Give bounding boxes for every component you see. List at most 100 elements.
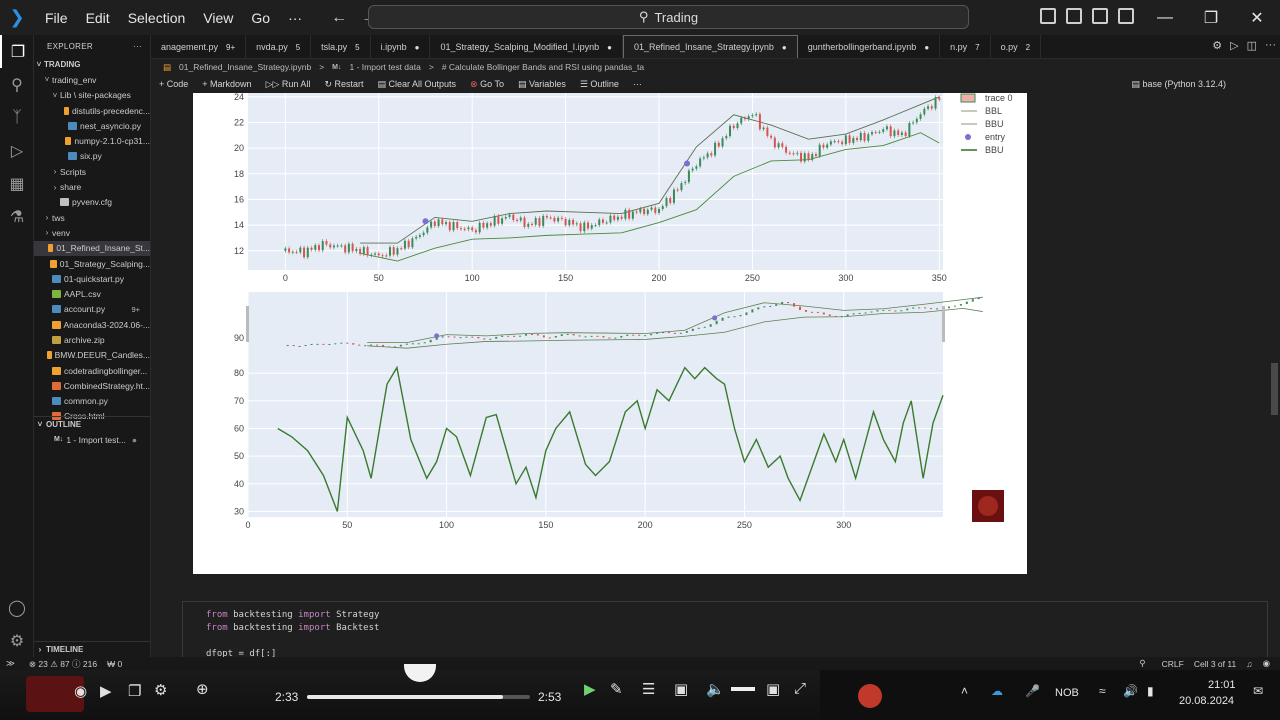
wifi-icon[interactable]: ≈ xyxy=(1099,684,1106,698)
split-editor-icon[interactable]: ◫ xyxy=(1247,39,1257,52)
candle[interactable] xyxy=(426,227,429,233)
notification-icon[interactable]: ✉ xyxy=(1253,684,1263,698)
breadcrumb-file[interactable]: 01_Refined_Insane_Strategy.ipynb xyxy=(179,62,311,72)
powerpoint-icon[interactable] xyxy=(858,684,882,708)
candle[interactable] xyxy=(848,135,851,143)
candle[interactable] xyxy=(863,132,866,141)
pen-icon[interactable]: ✎ xyxy=(610,680,623,698)
candle[interactable] xyxy=(374,253,377,255)
candle[interactable] xyxy=(687,170,690,183)
microphone-icon[interactable]: 🎤 xyxy=(1025,684,1040,698)
candle[interactable] xyxy=(314,245,317,250)
toggle-sidebar-icon[interactable] xyxy=(1040,8,1056,24)
window-copy-icon[interactable]: ❐ xyxy=(128,682,141,700)
candle[interactable] xyxy=(915,118,918,123)
timeline-header[interactable]: › TIMELINE xyxy=(34,641,150,657)
command-center-search[interactable]: ⚲ Trading xyxy=(368,5,969,29)
candle[interactable] xyxy=(381,255,384,257)
tree-item[interactable]: 01-quickstart.py xyxy=(34,271,150,286)
restore-icon[interactable]: ❐ xyxy=(1188,0,1234,35)
menu-selection[interactable]: Selection xyxy=(119,10,195,26)
candle[interactable] xyxy=(598,219,601,226)
candle[interactable] xyxy=(523,217,526,227)
candle[interactable] xyxy=(669,198,672,203)
candle[interactable] xyxy=(781,143,784,147)
candle[interactable] xyxy=(325,241,328,245)
candle[interactable] xyxy=(927,106,930,109)
menu-go[interactable]: Go xyxy=(242,10,279,26)
search-activity-icon[interactable]: ⚲ xyxy=(0,68,34,101)
plotly-output[interactable]: 12 14 16 18 20 22 24 0 50 100 150 200 250 300 350 30 40 5… xyxy=(193,92,1027,574)
candle[interactable] xyxy=(803,153,806,162)
candle[interactable] xyxy=(923,108,926,115)
feedback-icon[interactable]: ◉ xyxy=(1263,658,1270,669)
candle[interactable] xyxy=(288,248,291,253)
candle[interactable] xyxy=(635,211,638,213)
candle[interactable] xyxy=(340,245,343,247)
candle[interactable] xyxy=(415,236,418,239)
candle[interactable] xyxy=(530,223,533,225)
speaker-icon[interactable]: 🔊 xyxy=(1123,684,1138,698)
candle[interactable] xyxy=(549,217,552,219)
video-record-icon[interactable]: ▶ xyxy=(100,682,112,700)
candle[interactable] xyxy=(493,216,496,226)
candle[interactable] xyxy=(411,238,414,248)
gear-icon[interactable]: ⚙ xyxy=(1212,39,1222,52)
tab-badge[interactable]: 5 xyxy=(355,43,359,52)
candle[interactable] xyxy=(564,218,567,226)
candle[interactable] xyxy=(336,245,339,247)
candle[interactable] xyxy=(661,206,664,210)
candle[interactable] xyxy=(871,132,874,135)
candle[interactable] xyxy=(452,222,455,231)
menu-view[interactable]: View xyxy=(194,10,242,26)
candle[interactable] xyxy=(658,209,661,213)
candle[interactable] xyxy=(441,219,444,225)
candle[interactable] xyxy=(665,198,668,207)
tree-item[interactable]: nest_asyncio.py xyxy=(34,118,150,133)
candle[interactable] xyxy=(841,141,844,145)
tree-item[interactable]: account.py 9+ xyxy=(34,302,150,317)
camera-icon[interactable]: ◉ xyxy=(74,682,87,700)
candle[interactable] xyxy=(646,209,649,215)
candle[interactable] xyxy=(284,248,287,251)
chevron-up-icon[interactable]: ˄ xyxy=(961,684,968,698)
candle[interactable] xyxy=(796,152,799,154)
ports-indicator[interactable]: ₩ 0 xyxy=(107,659,122,669)
editor-tab[interactable]: 01_Strategy_Scalping_Modified_I.ipynb ● xyxy=(430,35,623,58)
tree-item[interactable]: › Scripts xyxy=(34,164,150,179)
candle[interactable] xyxy=(897,130,900,135)
candle[interactable] xyxy=(575,223,578,225)
tree-item[interactable]: 01_Strategy_Scalping... xyxy=(34,256,150,271)
candle[interactable] xyxy=(583,222,586,232)
tree-item[interactable]: pyvenv.cfg xyxy=(34,195,150,210)
candle[interactable] xyxy=(710,153,713,156)
candle[interactable] xyxy=(758,114,761,130)
candle[interactable] xyxy=(433,221,436,227)
candle[interactable] xyxy=(605,222,608,224)
candle[interactable] xyxy=(773,137,776,148)
candle[interactable] xyxy=(463,228,466,230)
candle[interactable] xyxy=(362,247,365,254)
candle[interactable] xyxy=(620,216,623,219)
candle[interactable] xyxy=(377,253,380,256)
zoom-icon[interactable]: ⚲ xyxy=(1139,658,1145,669)
candle[interactable] xyxy=(467,227,470,230)
tree-item[interactable]: BMW.DEEUR_Candles... xyxy=(34,348,150,363)
clear-outputs-button[interactable]: ▤ Clear All Outputs xyxy=(378,79,457,90)
candle[interactable] xyxy=(714,142,717,156)
candle[interactable] xyxy=(516,220,519,222)
candle[interactable] xyxy=(332,245,335,248)
candle[interactable] xyxy=(643,208,646,215)
menu-more[interactable]: ··· xyxy=(279,10,311,26)
candle[interactable] xyxy=(385,255,388,257)
candle[interactable] xyxy=(777,143,780,148)
candle[interactable] xyxy=(456,222,459,229)
testing-icon[interactable]: ⚗ xyxy=(0,200,34,233)
tree-item[interactable]: › venv xyxy=(34,225,150,240)
candle[interactable] xyxy=(317,245,320,251)
candle[interactable] xyxy=(770,135,773,138)
pip-icon[interactable]: ▣ xyxy=(766,680,780,698)
toolbar-more-button[interactable]: ··· xyxy=(633,79,642,89)
candle[interactable] xyxy=(504,216,507,219)
candle[interactable] xyxy=(396,248,399,255)
